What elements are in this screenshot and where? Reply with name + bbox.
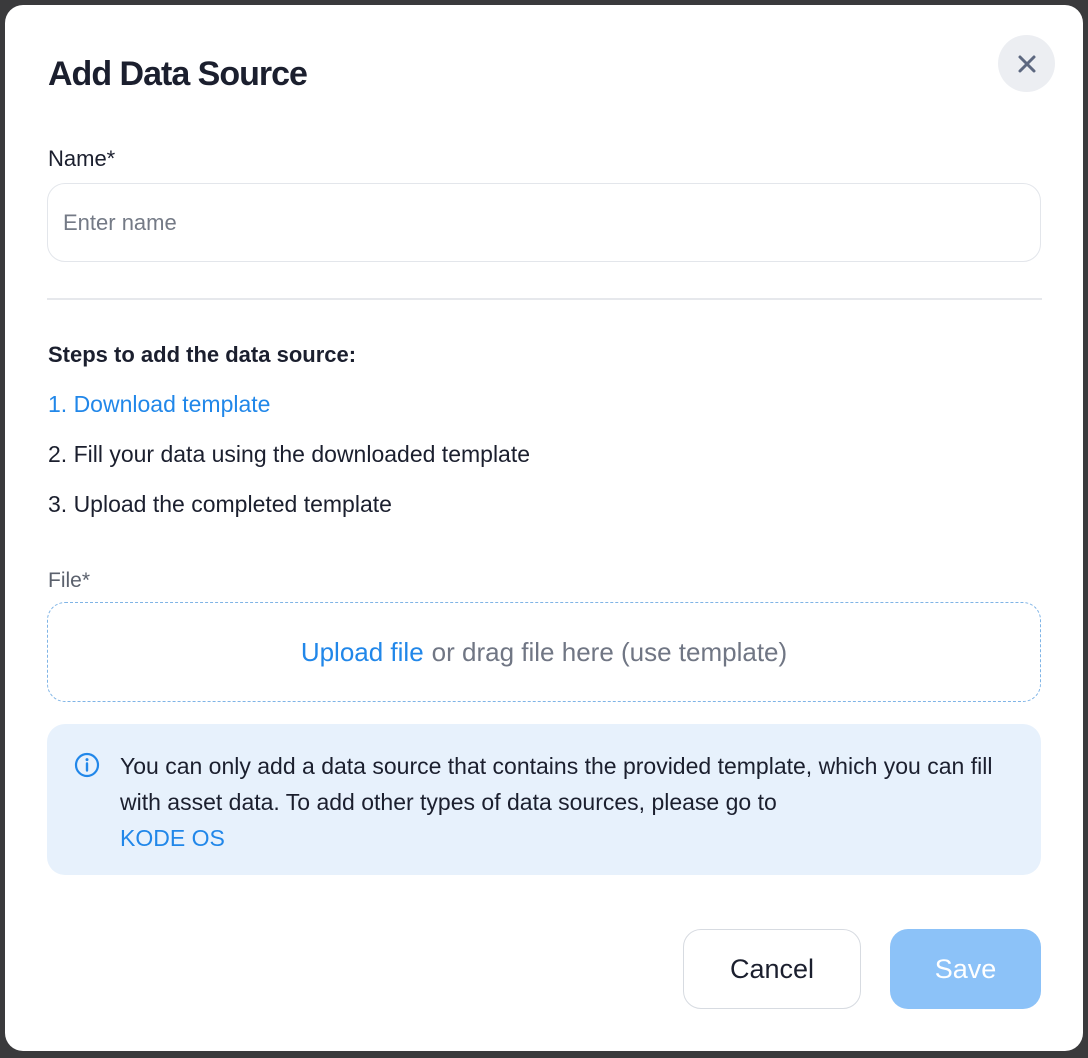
kode-os-link[interactable]: KODE OS — [120, 825, 225, 851]
cancel-button[interactable]: Cancel — [683, 929, 861, 1009]
info-message: You can only add a data source that cont… — [120, 753, 993, 815]
close-icon — [1018, 55, 1035, 72]
upload-file-link[interactable]: Upload file — [301, 637, 424, 668]
file-label: File* — [48, 569, 91, 592]
save-button[interactable]: Save — [890, 929, 1041, 1009]
close-button[interactable] — [998, 35, 1055, 92]
name-input[interactable] — [47, 183, 1041, 262]
step-fill-data: 2. Fill your data using the downloaded t… — [48, 441, 531, 467]
divider — [47, 298, 1042, 300]
drop-hint-text: or drag file here (use template) — [431, 636, 788, 667]
file-dropzone[interactable]: Upload file or drag file here (use templ… — [47, 602, 1041, 702]
steps-heading: Steps to add the data source: — [48, 342, 357, 367]
step-upload-template: 3. Upload the completed template — [48, 491, 392, 517]
info-banner: You can only add a data source that cont… — [47, 724, 1041, 875]
name-label: Name* — [48, 146, 116, 171]
add-data-source-dialog: Add Data Source Name* Steps to add the d… — [5, 5, 1083, 1051]
info-text: You can only add a data source that cont… — [120, 748, 1020, 856]
download-template-link[interactable]: 1. Download template — [48, 391, 270, 418]
dialog-title: Add Data Source — [48, 55, 308, 93]
info-icon — [74, 752, 100, 778]
